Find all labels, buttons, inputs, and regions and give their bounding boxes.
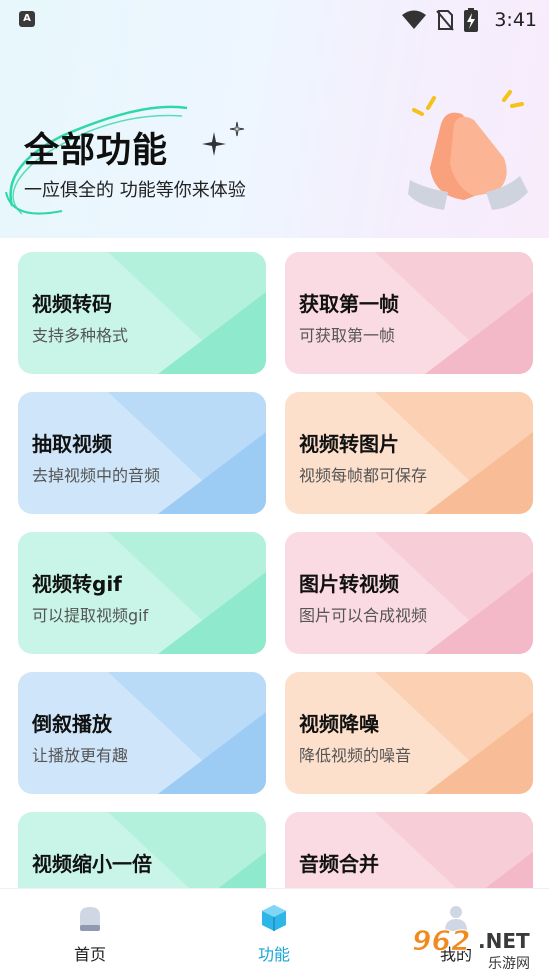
card-title: 视频转码 bbox=[32, 292, 112, 316]
feature-card-video-denoise[interactable]: 视频降噪 降低视频的噪音 bbox=[285, 672, 533, 794]
status-time: 3:41 bbox=[494, 9, 537, 31]
wifi-icon bbox=[402, 10, 427, 29]
feature-card-video-to-image[interactable]: 视频转图片 视频每帧都可保存 bbox=[285, 392, 533, 514]
svg-text:.NET: .NET bbox=[478, 929, 530, 953]
card-subtitle: 降低视频的噪音 bbox=[299, 746, 412, 765]
nav-label-home: 首页 bbox=[73, 945, 106, 964]
status-bar: A 3:41 bbox=[0, 0, 549, 40]
feature-card-first-frame[interactable]: 获取第一帧 可获取第一帧 bbox=[285, 252, 533, 374]
page-subtitle: 一应俱全的 功能等你来体验 bbox=[24, 180, 246, 201]
feature-card-extract-video[interactable]: 抽取视频 去掉视频中的音频 bbox=[18, 392, 266, 514]
cube-icon bbox=[262, 905, 286, 931]
card-subtitle: 去掉视频中的音频 bbox=[32, 466, 161, 485]
card-subtitle: 让播放更有趣 bbox=[32, 746, 129, 765]
feature-card-audio-merge[interactable]: 音频合并 bbox=[285, 812, 533, 888]
card-subtitle: 可获取第一帧 bbox=[299, 326, 396, 345]
card-title: 视频转图片 bbox=[299, 432, 399, 456]
card-title: 音频合并 bbox=[299, 852, 379, 876]
feature-card-video-transcode[interactable]: 视频转码 支持多种格式 bbox=[18, 252, 266, 374]
battery-charging-icon bbox=[464, 8, 479, 32]
nav-label-features: 功能 bbox=[257, 945, 290, 964]
watermark-logo: 962 .NET 乐游网 bbox=[412, 924, 531, 973]
svg-text:乐游网: 乐游网 bbox=[488, 956, 530, 972]
card-subtitle: 图片可以合成视频 bbox=[299, 606, 428, 625]
card-title: 视频降噪 bbox=[299, 712, 379, 736]
feature-card-reverse-playback[interactable]: 倒叙播放 让播放更有趣 bbox=[18, 672, 266, 794]
status-icons: 3:41 bbox=[402, 6, 537, 34]
feature-card-video-to-gif[interactable]: 视频转gif 可以提取视频gif bbox=[18, 532, 266, 654]
card-subtitle: 视频每帧都可保存 bbox=[299, 466, 428, 485]
no-sim-icon bbox=[436, 10, 455, 31]
feature-card-video-shrink[interactable]: 视频缩小一倍 bbox=[18, 812, 266, 888]
card-title: 视频转gif bbox=[32, 572, 122, 596]
svg-text:962: 962 bbox=[412, 924, 470, 957]
feature-card-image-to-video[interactable]: 图片转视频 图片可以合成视频 bbox=[285, 532, 533, 654]
card-title: 倒叙播放 bbox=[32, 712, 112, 736]
clapping-hands-icon bbox=[408, 90, 528, 210]
home-icon bbox=[80, 907, 100, 931]
feature-grid: 视频转码 支持多种格式 获取第一帧 可获取第一帧 抽取视频 去掉视频中的音频 视… bbox=[0, 238, 549, 888]
header-banner: A 3:41 全部功能 一应俱全的 功能等你来体验 bbox=[0, 0, 549, 238]
card-title: 获取第一帧 bbox=[299, 292, 399, 316]
card-title: 图片转视频 bbox=[299, 572, 399, 596]
card-subtitle: 支持多种格式 bbox=[32, 326, 129, 345]
nav-item-home[interactable]: 首页 bbox=[30, 889, 150, 976]
card-title: 抽取视频 bbox=[32, 432, 112, 456]
a-notification-icon: A bbox=[19, 11, 35, 27]
nav-item-features[interactable]: 功能 bbox=[214, 889, 334, 976]
sparkle-icon bbox=[202, 121, 245, 156]
page-title: 全部功能 bbox=[24, 131, 169, 171]
card-subtitle: 可以提取视频gif bbox=[32, 606, 149, 625]
card-title: 视频缩小一倍 bbox=[32, 852, 152, 876]
